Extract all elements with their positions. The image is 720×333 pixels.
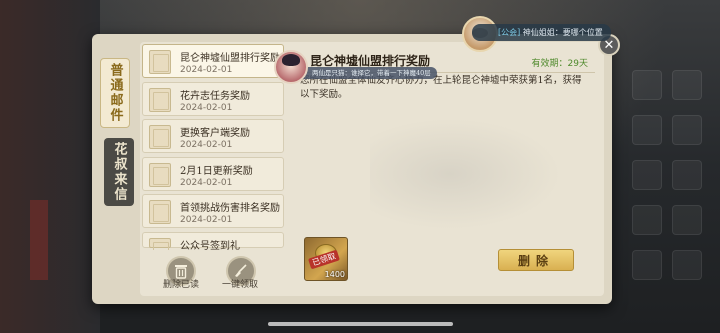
tab-normal-mail[interactable]: 普通邮件 — [100, 58, 130, 128]
tab-uncle-letters[interactable]: 花叔来信 — [104, 138, 134, 206]
mail-date: 2024-02-01 — [180, 65, 233, 75]
mail-item[interactable]: 花卉志任务奖励 2024-02-01 — [142, 81, 284, 116]
claimed-stamp: 已领取 — [308, 249, 340, 270]
chat-bubble[interactable]: 两仙是只猫：谁择它，带着一下神魔40层 — [296, 67, 437, 79]
background-right-menu — [632, 70, 712, 310]
mail-date: 2024-02-01 — [180, 140, 233, 150]
mail-item[interactable]: 2月1日更新奖励 2024-02-01 — [142, 156, 284, 191]
character-avatar[interactable] — [274, 50, 308, 84]
mail-date: 2024-02-01 — [180, 102, 233, 113]
chat-channel-tag: [公会] — [498, 28, 521, 37]
claim-all-label: 一键领取 — [222, 280, 259, 290]
background-pillar — [30, 200, 48, 280]
mail-date: 2024-02-01 — [180, 177, 233, 188]
envelope-icon — [149, 237, 171, 250]
envelope-icon — [149, 50, 171, 74]
mail-title: 昆仑神墟仙盟排行奖励 — [180, 53, 280, 64]
mail-item[interactable]: 首领挑战伤害排名奖励 2024-02-01 — [142, 194, 284, 228]
reward-count: 1400 — [324, 270, 345, 279]
delete-read-label: 删除已读 — [163, 280, 200, 290]
background-left-scenery — [0, 0, 100, 333]
mail-item[interactable]: 昆仑神墟仙盟排行奖励 2024-02-01 — [142, 44, 284, 78]
envelope-icon — [149, 200, 171, 224]
envelope-icon — [149, 87, 171, 112]
chat-message: 两仙是只猫：谁择它，带着一下神魔40层 — [312, 69, 431, 77]
guild-chat-bubble[interactable]: [公会] 神仙姐姐：要哪个位置 — [472, 24, 611, 41]
mail-title: 首领挑战伤害排名奖励 — [180, 203, 280, 214]
mail-title: 更换客户端奖励 — [180, 128, 250, 139]
chat-message: 神仙姐姐：要哪个位置 — [522, 28, 603, 37]
delete-button[interactable]: 删除 — [498, 249, 574, 271]
mail-item[interactable]: 公众号签到礼 — [142, 231, 284, 251]
mail-date: 2024-02-01 — [180, 215, 233, 225]
envelope-icon — [149, 162, 171, 187]
mail-list: 昆仑神墟仙盟排行奖励 2024-02-01 花卉志任务奖励 2024-02-01… — [142, 44, 284, 250]
mail-item[interactable]: 更换客户端奖励 2024-02-01 — [142, 119, 284, 153]
mail-title: 公众号签到礼 — [180, 240, 240, 251]
envelope-icon — [149, 125, 171, 149]
home-indicator — [268, 322, 453, 326]
mail-title: 花卉志任务奖励 — [180, 90, 250, 102]
ink-painting-watermark — [370, 114, 570, 234]
mail-title: 2月1日更新奖励 — [180, 165, 253, 177]
validity-text: 有效期：29天 — [531, 59, 588, 69]
reward-item[interactable]: 已领取 1400 — [304, 237, 348, 281]
